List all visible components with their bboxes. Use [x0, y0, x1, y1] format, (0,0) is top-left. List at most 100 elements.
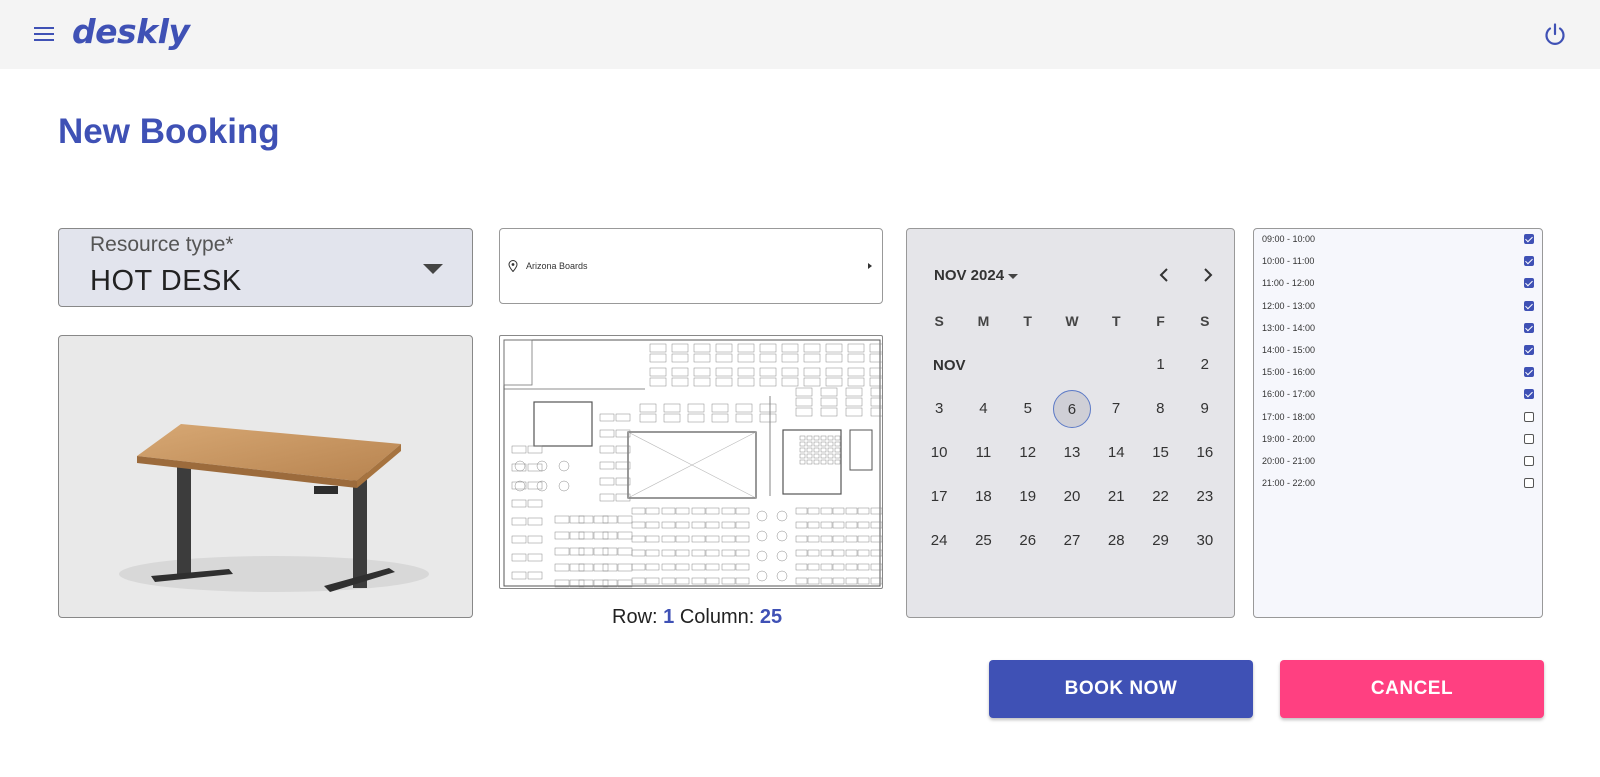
calendar-day[interactable]: 1	[1138, 346, 1182, 384]
time-slot-row[interactable]: 13:00 - 14:00	[1262, 321, 1534, 337]
checkbox-unchecked[interactable]	[1524, 411, 1534, 422]
time-slot-row[interactable]: 17:00 - 18:00	[1262, 410, 1534, 426]
checkbox-unchecked[interactable]	[1524, 478, 1534, 489]
month-label: NOV	[933, 356, 966, 374]
resource-type-value: HOT DESK	[90, 265, 242, 297]
cancel-button[interactable]: CANCEL	[1280, 660, 1544, 718]
time-slot-label: 16:00 - 17:00	[1262, 389, 1316, 400]
calendar-day[interactable]: 19	[1006, 478, 1050, 516]
chevron-right-icon[interactable]	[1196, 263, 1220, 287]
calendar-day[interactable]: 11	[961, 434, 1005, 472]
calendar-day[interactable]: 25	[961, 522, 1005, 560]
desk-position-readout: Row: 1 Column: 25	[612, 606, 782, 629]
calendar-day[interactable]: 12	[1006, 434, 1050, 472]
calendar-day[interactable]: 10	[917, 434, 961, 472]
time-slot-row[interactable]: 09:00 - 10:00	[1262, 232, 1534, 248]
checkbox-unchecked[interactable]	[1524, 456, 1534, 466]
calendar-day[interactable]: 20	[1050, 478, 1094, 516]
month-year-selector[interactable]: NOV 2024	[934, 267, 1019, 284]
time-slot-label: 14:00 - 15:00	[1262, 345, 1316, 355]
calendar-day[interactable]: 2	[1183, 346, 1227, 384]
calendar-day[interactable]: 17	[917, 478, 961, 516]
chevron-left-icon[interactable]	[1152, 263, 1176, 287]
calendar-day[interactable]: 3	[917, 390, 961, 428]
time-slot-label: 17:00 - 18:00	[1262, 411, 1316, 422]
calendar-day[interactable]: 5	[1006, 390, 1050, 428]
time-slot-row[interactable]: 12:00 - 13:00	[1262, 299, 1534, 315]
calendar-day[interactable]: 24	[917, 522, 961, 560]
calendar-day[interactable]: 15	[1138, 434, 1182, 472]
calendar-day[interactable]: 21	[1094, 478, 1138, 516]
checkbox-checked[interactable]	[1524, 300, 1534, 311]
time-slot-label: 12:00 - 13:00	[1262, 300, 1316, 311]
app-logo: deskly	[72, 12, 190, 51]
calendar-day[interactable]: 8	[1138, 390, 1182, 428]
chevron-right-icon	[868, 263, 872, 269]
calendar-week: 17 18 19 20 21 22 23	[917, 475, 1227, 519]
calendar-day[interactable]: 22	[1138, 478, 1182, 516]
power-icon[interactable]	[1541, 21, 1569, 49]
time-slot-row[interactable]: 11:00 - 12:00	[1262, 276, 1534, 292]
time-slot-label: 15:00 - 16:00	[1262, 367, 1316, 378]
calendar-day[interactable]: 27	[1050, 522, 1094, 560]
calendar-week: 10 11 12 13 14 15 16	[917, 431, 1227, 475]
calendar-day[interactable]: 18	[961, 478, 1005, 516]
resource-type-label: Resource type*	[90, 233, 234, 256]
time-slot-label: 20:00 - 21:00	[1262, 456, 1316, 466]
time-slot-row[interactable]: 19:00 - 20:00	[1262, 432, 1534, 448]
checkbox-checked[interactable]	[1524, 278, 1534, 289]
calendar-day[interactable]: 30	[1183, 522, 1227, 560]
location-select[interactable]: Arizona Boards	[499, 228, 883, 304]
checkbox-checked[interactable]	[1524, 322, 1534, 333]
weekday-header: SMTWTFS	[917, 299, 1227, 343]
top-app-bar: deskly	[0, 0, 1600, 69]
calendar-day[interactable]: 13	[1050, 434, 1094, 472]
desk-image	[58, 335, 473, 618]
time-slot-row[interactable]: 15:00 - 16:00	[1262, 365, 1534, 381]
time-slot-row[interactable]: 16:00 - 17:00	[1262, 387, 1534, 403]
time-slot-row[interactable]: 20:00 - 21:00	[1262, 454, 1534, 470]
checkbox-checked[interactable]	[1524, 345, 1534, 355]
calendar-week: 24 25 26 27 28 29 30	[917, 519, 1227, 563]
time-slot-label: 13:00 - 14:00	[1262, 322, 1316, 333]
time-slot-label: 11:00 - 12:00	[1262, 278, 1315, 289]
dropdown-caret-icon	[1008, 273, 1019, 279]
calendar-day[interactable]: 29	[1138, 522, 1182, 560]
time-slot-label: 21:00 - 22:00	[1262, 478, 1316, 489]
calendar-day[interactable]: 7	[1094, 390, 1138, 428]
calendar-day[interactable]: 4	[961, 390, 1005, 428]
time-slot-row[interactable]: 10:00 - 11:00	[1262, 254, 1534, 270]
calendar-day[interactable]: 28	[1094, 522, 1138, 560]
calendar-day[interactable]: 26	[1006, 522, 1050, 560]
calendar-day-selected[interactable]: 6	[1052, 390, 1091, 428]
location-value: Arizona Boards	[526, 261, 588, 271]
weekday-label: S	[1200, 313, 1210, 329]
row-label: Row:	[612, 606, 658, 628]
weekday-label: S	[934, 313, 944, 329]
weekday-label: F	[1156, 313, 1165, 329]
weekday-label: M	[977, 313, 990, 329]
floor-plan-map[interactable]	[499, 335, 883, 589]
page-title: New Booking	[58, 112, 280, 151]
checkbox-checked[interactable]	[1524, 234, 1534, 244]
checkbox-checked[interactable]	[1524, 389, 1534, 400]
checkbox-checked[interactable]	[1524, 367, 1534, 378]
calendar-grid: S M T W T F S NOV 1 2 3 4 5 6 7 8 9 10 11 12 13 14 15 16 17 18 19 2…	[917, 299, 1227, 563]
date-calendar: NOV 2024 S M T W T F S NOV 1 2 3 4 5 6 7 8 9 10 11 12 13 14 15…	[906, 228, 1235, 618]
hamburger-menu-icon[interactable]	[32, 22, 56, 46]
checkbox-checked[interactable]	[1524, 256, 1534, 267]
calendar-day[interactable]: 14	[1094, 434, 1138, 472]
calendar-day[interactable]: 23	[1183, 478, 1227, 516]
checkbox-unchecked[interactable]	[1524, 433, 1534, 444]
weekday-label: T	[1023, 313, 1032, 329]
month-year-label: NOV 2024	[934, 267, 1005, 284]
time-slot-label: 19:00 - 20:00	[1262, 433, 1316, 444]
time-slot-row[interactable]: 21:00 - 22:00	[1262, 476, 1534, 492]
resource-type-select[interactable]: Resource type* HOT DESK	[58, 228, 473, 307]
book-now-button[interactable]: BOOK NOW	[989, 660, 1253, 718]
time-slot-label: 09:00 - 10:00	[1262, 234, 1316, 244]
calendar-day[interactable]: 9	[1182, 390, 1226, 428]
time-slot-list: 09:00 - 10:00 10:00 - 11:00 11:00 - 12:00 1…	[1253, 228, 1543, 618]
calendar-day[interactable]: 16	[1183, 434, 1227, 472]
time-slot-row[interactable]: 14:00 - 15:00	[1262, 343, 1534, 359]
